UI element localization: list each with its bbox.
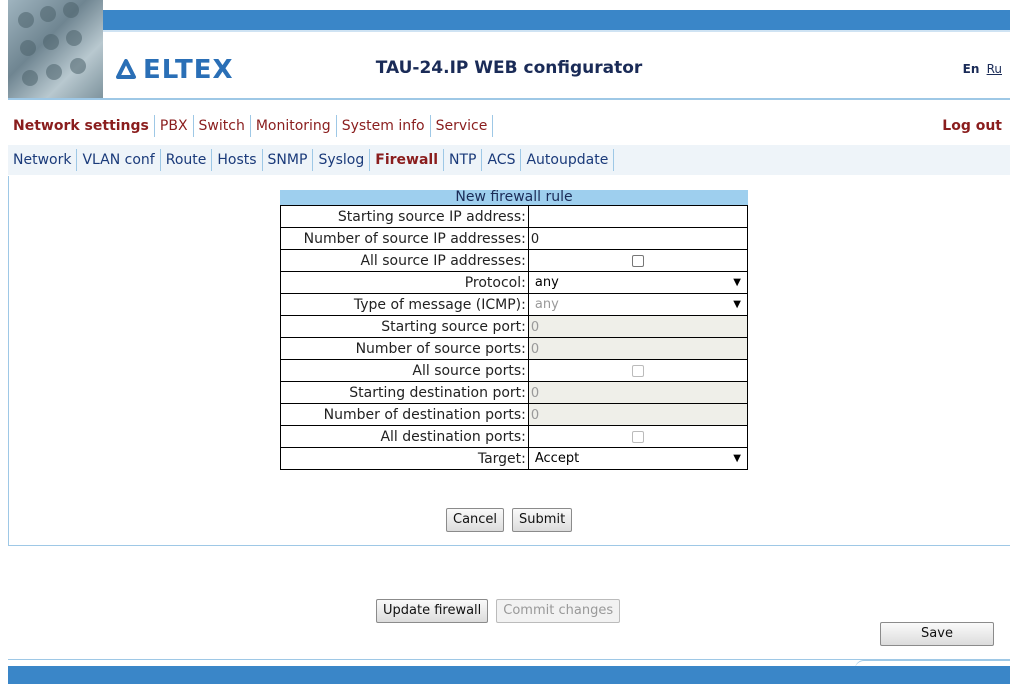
label-number-source-ports: Number of source ports: bbox=[280, 337, 529, 360]
label-target: Target: bbox=[280, 447, 529, 470]
lang-en[interactable]: En bbox=[963, 62, 980, 76]
row-starting-source-port: Starting source port: 0 bbox=[280, 315, 749, 338]
label-icmp-type: Type of message (ICMP): bbox=[280, 293, 529, 316]
icmp-type-value: any bbox=[534, 297, 559, 312]
form-caption: New firewall rule bbox=[280, 190, 748, 205]
number-destination-ports-input: 0 bbox=[527, 403, 749, 426]
tab-snmp[interactable]: SNMP bbox=[263, 149, 314, 171]
menu-network-settings[interactable]: Network settings bbox=[8, 115, 155, 137]
chevron-down-icon: ▼ bbox=[733, 277, 741, 288]
row-all-source-ips: All source IP addresses: bbox=[280, 249, 749, 272]
header-accent-line bbox=[8, 30, 1010, 32]
row-target: Target: Accept ▼ bbox=[280, 447, 749, 470]
chevron-down-icon: ▼ bbox=[733, 299, 741, 310]
starting-source-port-input: 0 bbox=[527, 315, 749, 338]
all-source-ports-cell bbox=[527, 359, 749, 382]
save-button[interactable]: Save bbox=[880, 622, 994, 646]
row-starting-destination-port: Starting destination port: 0 bbox=[280, 381, 749, 404]
label-all-source-ips: All source IP addresses: bbox=[280, 249, 529, 272]
number-source-ports-input: 0 bbox=[527, 337, 749, 360]
tab-firewall[interactable]: Firewall bbox=[370, 149, 444, 171]
page-title: TAU-24.IP WEB configurator bbox=[375, 58, 643, 78]
all-destination-ports-checkbox bbox=[631, 430, 644, 443]
tab-hosts[interactable]: Hosts bbox=[212, 149, 263, 171]
starting-source-ip-value bbox=[529, 210, 531, 225]
update-firewall-button[interactable]: Update firewall bbox=[376, 599, 489, 623]
firewall-actions: Update firewall Commit changes bbox=[376, 599, 621, 623]
row-all-destination-ports: All destination ports: bbox=[280, 425, 749, 448]
row-number-source-ips: Number of source IP addresses: 0 bbox=[280, 227, 749, 250]
tab-route[interactable]: Route bbox=[161, 149, 213, 171]
starting-source-ip-input[interactable] bbox=[527, 205, 749, 228]
label-starting-source-port: Starting source port: bbox=[280, 315, 529, 338]
all-destination-ports-cell bbox=[527, 425, 749, 448]
menu-service[interactable]: Service bbox=[431, 115, 494, 137]
icmp-type-select: any ▼ bbox=[527, 293, 749, 316]
label-number-destination-ports: Number of destination ports: bbox=[280, 403, 529, 426]
label-starting-source-ip: Starting source IP address: bbox=[280, 205, 529, 228]
submit-button[interactable]: Submit bbox=[512, 508, 573, 532]
menu-switch[interactable]: Switch bbox=[194, 115, 251, 137]
label-protocol: Protocol: bbox=[280, 271, 529, 294]
number-source-ips-input[interactable]: 0 bbox=[527, 227, 749, 250]
sub-menu: Network VLAN conf Route Hosts SNMP Syslo… bbox=[8, 145, 1010, 175]
row-number-destination-ports: Number of destination ports: 0 bbox=[280, 403, 749, 426]
label-number-source-ips: Number of source IP addresses: bbox=[280, 227, 529, 250]
phone-keypad-image bbox=[8, 0, 103, 100]
tab-vlan-conf[interactable]: VLAN conf bbox=[77, 149, 161, 171]
row-icmp-type: Type of message (ICMP): any ▼ bbox=[280, 293, 749, 316]
cancel-button[interactable]: Cancel bbox=[446, 508, 505, 532]
header-top-bar bbox=[8, 10, 1010, 30]
lang-ru-link[interactable]: Ru bbox=[987, 62, 1002, 76]
starting-destination-port-value: 0 bbox=[530, 385, 540, 401]
number-destination-ports-value: 0 bbox=[530, 407, 540, 423]
tab-autoupdate[interactable]: Autoupdate bbox=[521, 149, 615, 171]
language-switch: En Ru bbox=[963, 62, 1002, 76]
menu-system-info[interactable]: System info bbox=[337, 115, 431, 137]
row-protocol: Protocol: any ▼ bbox=[280, 271, 749, 294]
all-source-ports-checkbox bbox=[631, 364, 644, 377]
tab-ntp[interactable]: NTP bbox=[444, 149, 483, 171]
label-all-destination-ports: All destination ports: bbox=[280, 425, 529, 448]
firewall-rule-form: New firewall rule Starting source IP add… bbox=[280, 190, 749, 470]
target-select[interactable]: Accept ▼ bbox=[527, 447, 749, 470]
row-starting-source-ip: Starting source IP address: bbox=[280, 205, 749, 228]
chevron-down-icon: ▼ bbox=[733, 453, 741, 464]
menu-pbx[interactable]: PBX bbox=[155, 115, 194, 137]
content-panel: New firewall rule Starting source IP add… bbox=[8, 176, 1010, 546]
row-all-source-ports: All source ports: bbox=[280, 359, 749, 382]
starting-destination-port-input: 0 bbox=[527, 381, 749, 404]
row-number-source-ports: Number of source ports: 0 bbox=[280, 337, 749, 360]
all-source-ips-cell bbox=[527, 249, 749, 272]
main-menu: Network settings PBX Switch Monitoring S… bbox=[8, 112, 1010, 140]
form-buttons: Cancel Submit bbox=[446, 508, 573, 532]
protocol-select[interactable]: any ▼ bbox=[527, 271, 749, 294]
label-all-source-ports: All source ports: bbox=[280, 359, 529, 382]
number-source-ips-value: 0 bbox=[530, 231, 540, 247]
tab-network[interactable]: Network bbox=[8, 149, 78, 171]
commit-changes-button: Commit changes bbox=[496, 599, 621, 623]
starting-source-port-value: 0 bbox=[530, 319, 540, 335]
all-source-ips-checkbox[interactable] bbox=[631, 254, 644, 267]
number-source-ports-value: 0 bbox=[530, 341, 540, 357]
tab-syslog[interactable]: Syslog bbox=[313, 149, 371, 171]
tab-acs[interactable]: ACS bbox=[482, 149, 522, 171]
footer-bar bbox=[8, 666, 1010, 684]
logout-link[interactable]: Log out bbox=[942, 118, 1002, 134]
menu-monitoring[interactable]: Monitoring bbox=[251, 115, 337, 137]
protocol-value: any bbox=[534, 275, 559, 290]
header: ELTEX TAU-24.IP WEB configurator En Ru bbox=[8, 0, 1010, 100]
target-value: Accept bbox=[534, 451, 580, 466]
label-starting-destination-port: Starting destination port: bbox=[280, 381, 529, 404]
header-divider bbox=[8, 98, 1010, 100]
